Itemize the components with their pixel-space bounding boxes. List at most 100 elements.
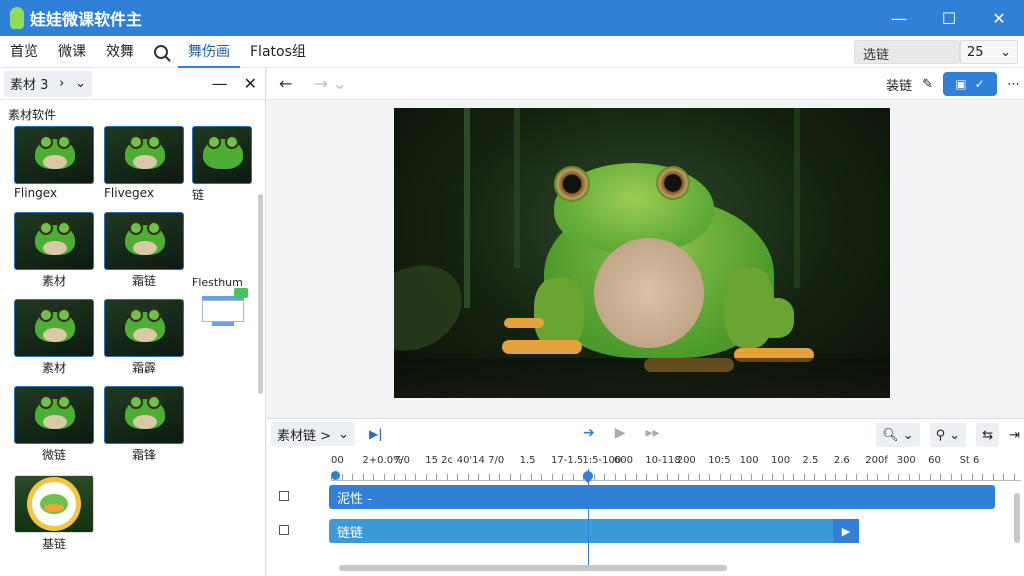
snap-tool[interactable]: ⚲ ⌄ — [929, 423, 967, 447]
undo-arrow-icon[interactable]: ← — [279, 74, 292, 93]
tick-mark — [1003, 474, 1004, 480]
tick-label: 100 — [771, 455, 791, 466]
search-icon[interactable] — [154, 44, 168, 59]
horizontal-scrollbar[interactable] — [339, 565, 727, 571]
tick-label: 00 — [331, 455, 344, 466]
tick-mark — [814, 474, 815, 480]
play-icon[interactable]: ▶ — [615, 425, 626, 441]
menu-item-course[interactable]: 微课 — [48, 36, 96, 68]
skip-to-end-icon[interactable]: ▶| — [369, 427, 383, 441]
next-frame-icon[interactable]: ▸▸ — [646, 425, 660, 441]
menu-item-active[interactable]: 舞伤画 — [178, 36, 240, 68]
toolbar-label[interactable]: 装链 — [886, 75, 912, 94]
track-icon[interactable] — [279, 491, 289, 501]
folder-icon[interactable] — [200, 288, 248, 328]
zoom-dropdown[interactable]: 25 ⌄ — [960, 40, 1018, 64]
zoom-value: 25 — [967, 44, 984, 60]
media-thumb[interactable]: 微链 — [14, 386, 94, 463]
tick-mark — [740, 474, 742, 480]
track-row: 链链 ▶ — [267, 515, 1024, 549]
tick-mark — [625, 474, 626, 480]
track-row: 泥性 - — [267, 481, 1024, 515]
tick-mark — [383, 474, 385, 480]
window-title: 娃娃微课软件主 — [30, 10, 143, 29]
thumb-label: 霜锋 — [131, 448, 156, 462]
media-thumb[interactable]: 链 — [192, 126, 252, 203]
tick-mark — [793, 474, 794, 480]
tick-label: 200 — [676, 455, 696, 466]
menu-item-home[interactable]: 首览 — [0, 36, 48, 68]
menu-item-effects[interactable]: 效舞 — [96, 36, 144, 68]
playhead[interactable] — [588, 469, 589, 569]
tick-mark — [352, 474, 353, 480]
tick-label: 300 — [896, 455, 916, 466]
link-tool[interactable]: ⇆ — [976, 423, 1000, 447]
redo-arrow-icon[interactable]: → ⌄ — [314, 74, 346, 93]
minimize-button[interactable]: — — [874, 0, 924, 36]
tick-label: 60 — [928, 455, 941, 466]
tick-mark — [719, 474, 721, 480]
tick-mark — [446, 474, 448, 480]
media-thumb[interactable]: 素材 — [14, 299, 94, 376]
media-thumb[interactable]: 霜链 — [104, 212, 184, 289]
more-icon[interactable]: ⋯ — [1007, 77, 1020, 92]
start-marker[interactable] — [331, 471, 340, 480]
tick-mark — [877, 474, 878, 480]
clip-label: 泥性 - — [337, 492, 372, 507]
tick-mark — [404, 474, 406, 480]
tick-mark — [373, 474, 374, 480]
tick-mark — [436, 474, 437, 480]
time-ruler[interactable]: 00 2+0.0% 7/0 15 2c 40'14 7/0 1.5 17-1.5 1:5-100… — [331, 453, 1021, 481]
media-thumb[interactable]: 霜锋 — [104, 386, 184, 463]
tick-mark — [940, 474, 941, 480]
thumb-label: 素材 — [41, 274, 66, 288]
menu-item-flatos[interactable]: Flatos组 — [240, 36, 316, 68]
edit-icon[interactable]: ✎ — [922, 77, 933, 92]
fit-icon[interactable]: ⇥ — [1009, 428, 1020, 443]
tick-label: 1.5 — [519, 455, 536, 466]
scrollbar[interactable] — [258, 194, 263, 394]
tick-mark — [488, 474, 490, 480]
maximize-button[interactable]: ☐ — [924, 0, 974, 36]
timeline-clip[interactable]: 泥性 - — [329, 485, 995, 509]
media-thumb[interactable]: 霜霹 — [104, 299, 184, 376]
media-thumb[interactable]: Flivegex — [104, 126, 184, 200]
tick-label: 2.5 — [802, 455, 819, 466]
play-icon[interactable]: ▶ — [833, 519, 859, 543]
tick-mark — [677, 474, 679, 480]
tick-mark — [604, 474, 605, 480]
chevron-down-icon: ⌄ — [75, 76, 86, 91]
close-panel-button[interactable]: ✕ — [244, 74, 257, 93]
collapse-button[interactable]: — — [212, 74, 228, 93]
media-thumb[interactable]: 素材 — [14, 212, 94, 289]
jump-icon[interactable]: ➔ — [583, 425, 595, 441]
media-thumb[interactable]: 基链 — [14, 475, 94, 552]
chevron-down-icon: ⌄ — [1000, 44, 1011, 60]
tick-mark — [530, 474, 532, 480]
tick-mark — [929, 474, 931, 480]
timeline-clip[interactable]: 链链 ▶ — [329, 519, 859, 543]
tick-label: 200f — [865, 455, 888, 466]
tick-mark — [457, 474, 458, 480]
preview-toolbar: ← → ⌄ 装链 ✎ ▣ ✓ ⋯ — [267, 68, 1024, 100]
timeline-dropdown[interactable]: 素材链 > ⌄ — [271, 422, 355, 446]
media-dropdown[interactable]: 素材 3 › ⌄ — [4, 70, 92, 97]
tick-mark — [866, 474, 868, 480]
preview-area — [267, 100, 1024, 418]
track-icon[interactable] — [279, 525, 289, 535]
search-input[interactable]: 选链 — [854, 40, 960, 64]
export-button[interactable]: ▣ ✓ — [943, 72, 997, 96]
tick-mark — [803, 474, 805, 480]
timeline-panel: 素材链 > ⌄ ▶| ➔ ▶ ▸▸ 🔍︎ ⌄ ⚲ ⌄ ⇆ ⇥ 00 2+0.0% 7… — [267, 418, 1024, 576]
tick-mark — [887, 474, 889, 480]
vertical-scrollbar[interactable] — [1014, 493, 1020, 543]
tick-mark — [698, 474, 700, 480]
preview-image — [394, 108, 890, 398]
tick-mark — [730, 474, 731, 480]
tick-mark — [709, 474, 710, 480]
tick-mark — [908, 474, 910, 480]
tick-mark — [1013, 474, 1015, 480]
zoom-tool[interactable]: 🔍︎ ⌄ — [876, 423, 920, 447]
media-thumb[interactable]: Flingex — [14, 126, 94, 200]
close-button[interactable]: ✕ — [974, 0, 1024, 36]
